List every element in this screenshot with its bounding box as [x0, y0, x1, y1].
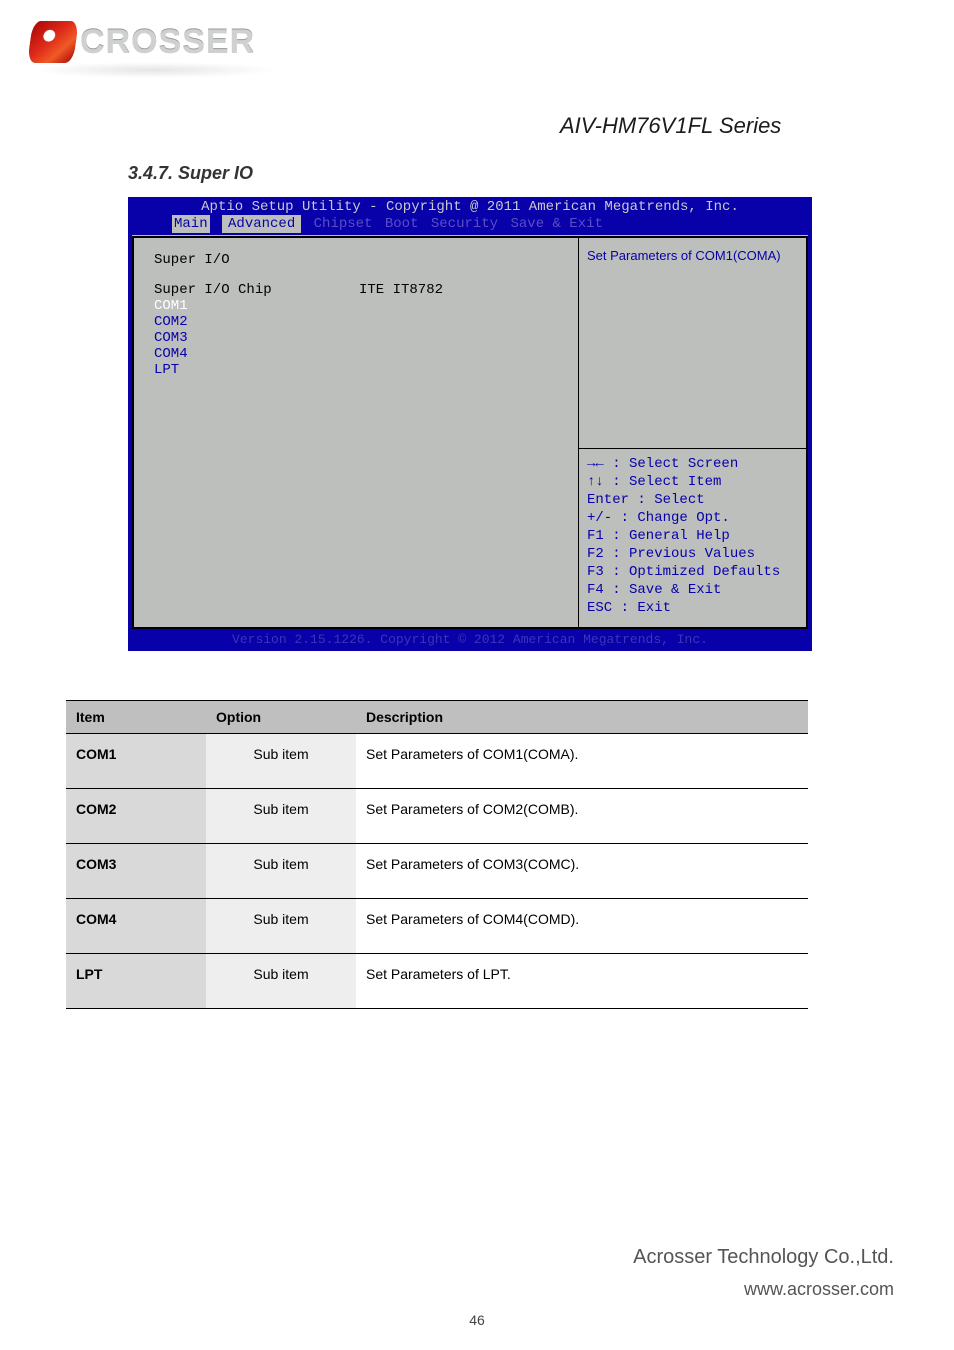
bios-key-line: +/- : Change Opt.	[587, 509, 798, 527]
bios-menu-advanced[interactable]: Advanced	[222, 215, 301, 233]
table-cell-item: COM2	[66, 789, 206, 844]
bios-item-com4[interactable]: COM4	[154, 346, 568, 362]
page-number: 46	[469, 1312, 485, 1328]
bios-key-line: F1 : General Help	[587, 527, 798, 545]
brand-logo-mark	[27, 21, 79, 63]
table-cell-option: Sub item	[206, 954, 356, 1009]
table-row: COM2 Sub item Set Parameters of COM2(COM…	[66, 789, 808, 844]
bios-menu-bar[interactable]: Main Advanced Chipset Boot Security Save…	[128, 216, 812, 235]
bios-item-lpt[interactable]: LPT	[154, 362, 568, 378]
bios-left-header: Super I/O	[154, 252, 568, 268]
footer-site: www.acrosser.com	[0, 1279, 894, 1300]
bios-key-line: F2 : Previous Values	[587, 545, 798, 563]
section-heading: 3.4.7. Super IO	[128, 163, 253, 184]
table-row: COM1 Sub item Set Parameters of COM1(COM…	[66, 734, 808, 789]
table-cell-item: COM3	[66, 844, 206, 899]
table-cell-item: COM4	[66, 899, 206, 954]
bios-menu-boot[interactable]: Boot	[385, 216, 419, 232]
table-cell-option: Sub item	[206, 789, 356, 844]
footer-company: Acrosser Technology Co.,Ltd.	[633, 1246, 894, 1268]
table-cell-option: Sub item	[206, 844, 356, 899]
bios-panel: Aptio Setup Utility - Copyright @ 2011 A…	[128, 197, 812, 651]
page-footer: Acrosser Technology Co.,Ltd. www.acrosse…	[0, 1246, 954, 1300]
table-cell-desc: Set Parameters of COM4(COMD).	[356, 899, 808, 954]
brand-logo-text: CROSSER	[80, 23, 255, 62]
table-row: COM4 Sub item Set Parameters of COM4(COM…	[66, 899, 808, 954]
table-cell-desc: Set Parameters of COM2(COMB).	[356, 789, 808, 844]
bios-left-pane: Super I/O Super I/O Chip ITE IT8782 COM1…	[132, 236, 578, 629]
table-header-desc: Description	[356, 701, 808, 734]
table-cell-option: Sub item	[206, 734, 356, 789]
bios-help-text: Set Parameters of COM1(COMA)	[587, 248, 798, 448]
bios-key-line: F4 : Save & Exit	[587, 581, 798, 599]
table-row: LPT Sub item Set Parameters of LPT.	[66, 954, 808, 1009]
options-table: Item Option Description COM1 Sub item Se…	[66, 700, 808, 1009]
bios-menu-security[interactable]: Security	[431, 216, 498, 232]
bios-chip-row: Super I/O Chip ITE IT8782	[154, 282, 568, 298]
table-header-option: Option	[206, 701, 356, 734]
bios-footer: Version 2.15.1226. Copyright © 2012 Amer…	[128, 630, 812, 651]
bios-key-line: Enter : Select	[587, 491, 798, 509]
table-cell-option: Sub item	[206, 899, 356, 954]
table-cell-desc: Set Parameters of COM3(COMC).	[356, 844, 808, 899]
table-cell-item: LPT	[66, 954, 206, 1009]
bios-body: Super I/O Super I/O Chip ITE IT8782 COM1…	[132, 235, 808, 629]
bios-key-line: ESC : Exit	[587, 599, 798, 617]
table-cell-item: COM1	[66, 734, 206, 789]
bios-menu-saveexit[interactable]: Save & Exit	[511, 216, 603, 232]
bios-key-line: →← : Select Screen	[587, 455, 798, 473]
bios-right-pane: Set Parameters of COM1(COMA) →← : Select…	[578, 236, 808, 629]
bios-menu-chipset[interactable]: Chipset	[314, 216, 373, 232]
table-header-item: Item	[66, 701, 206, 734]
bios-item-com2[interactable]: COM2	[154, 314, 568, 330]
page-title: AIV-HM76V1FL Series	[560, 113, 781, 139]
bios-chip-label: Super I/O Chip	[154, 282, 359, 298]
bios-key-line: F3 : Optimized Defaults	[587, 563, 798, 581]
bios-item-com3[interactable]: COM3	[154, 330, 568, 346]
table-cell-desc: Set Parameters of LPT.	[356, 954, 808, 1009]
brand-logo-shadow	[30, 62, 278, 78]
bios-chip-value: ITE IT8782	[359, 282, 443, 298]
bios-menu-main[interactable]: Main	[172, 215, 210, 233]
brand-logo: CROSSER	[30, 18, 278, 66]
bios-key-help: →← : Select Screen ↑↓ : Select Item Ente…	[579, 448, 806, 627]
table-row: COM3 Sub item Set Parameters of COM3(COM…	[66, 844, 808, 899]
table-cell-desc: Set Parameters of COM1(COMA).	[356, 734, 808, 789]
bios-title: Aptio Setup Utility - Copyright @ 2011 A…	[128, 197, 812, 216]
bios-item-com1[interactable]: COM1	[154, 298, 568, 314]
bios-key-line: ↑↓ : Select Item	[587, 473, 798, 491]
